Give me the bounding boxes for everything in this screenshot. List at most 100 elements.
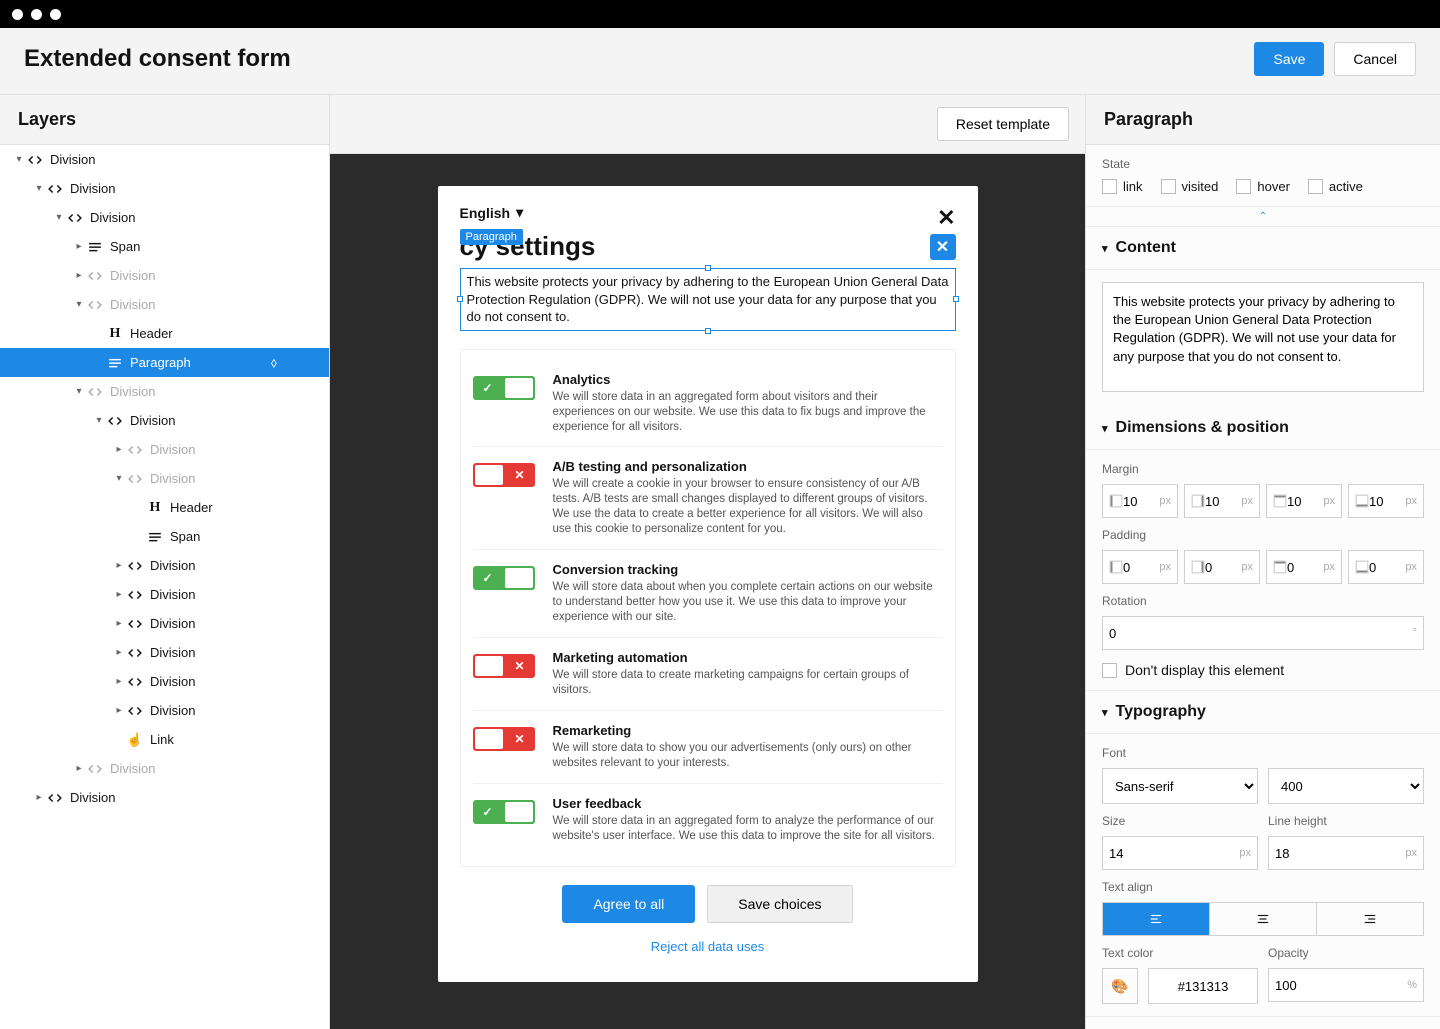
dont-display-checkbox[interactable] [1102, 663, 1117, 678]
checkbox[interactable] [1236, 179, 1251, 194]
reject-all-link[interactable]: Reject all data uses [460, 939, 956, 954]
collapse-states[interactable]: ⌃ [1086, 207, 1440, 227]
resize-handle-left[interactable] [457, 296, 463, 302]
chevron-icon[interactable]: ▸ [72, 763, 86, 774]
preview-canvas[interactable]: English ▾ ✕ Paragraph cy settings ✕ This… [438, 186, 978, 982]
margin-row-input[interactable] [1369, 494, 1405, 509]
layer-row-span[interactable]: ▸Span [0, 232, 329, 261]
layer-row-division[interactable]: ▸Division [0, 667, 329, 696]
chevron-icon[interactable]: ▾ [72, 299, 86, 310]
layer-row-division[interactable]: ▾Division [0, 174, 329, 203]
agree-all-button[interactable]: Agree to all [562, 885, 695, 923]
traffic-light-minimize[interactable] [31, 9, 42, 20]
resize-handle-right[interactable] [953, 296, 959, 302]
traffic-light-zoom[interactable] [50, 9, 61, 20]
layer-row-division[interactable]: ▸Division [0, 435, 329, 464]
layer-row-division[interactable]: ▾Division [0, 145, 329, 174]
layer-row-division[interactable]: ▸Division [0, 609, 329, 638]
padding-row-input[interactable] [1123, 560, 1159, 575]
layers-tree[interactable]: ▾Division▾Division▾Division▸Span▸Divisio… [0, 145, 329, 1029]
align-right-button[interactable] [1317, 903, 1423, 935]
state-hover[interactable]: hover [1236, 179, 1290, 194]
language-dropdown[interactable]: English ▾ [460, 204, 524, 221]
layer-row-link[interactable]: ☝Link [0, 725, 329, 754]
padding-row-input[interactable] [1287, 560, 1323, 575]
checkbox[interactable] [1308, 179, 1323, 194]
resize-handle-bottom[interactable] [705, 328, 711, 334]
layer-row-division[interactable]: ▾Division [0, 406, 329, 435]
rotation-input[interactable] [1109, 626, 1413, 641]
save-choices-button[interactable]: Save choices [707, 885, 852, 923]
chevron-icon[interactable]: ▸ [112, 589, 126, 600]
chevron-icon[interactable]: ▸ [72, 270, 86, 281]
section-dimensions[interactable]: ▾ Dimensions & position [1086, 407, 1440, 450]
layer-row-division[interactable]: ▾Division [0, 464, 329, 493]
chevron-icon[interactable]: ▾ [112, 473, 126, 484]
chevron-icon[interactable]: ▾ [12, 154, 26, 165]
layer-row-division[interactable]: ▾Division [0, 290, 329, 319]
layer-row-span[interactable]: Span [0, 522, 329, 551]
chevron-icon[interactable]: ▸ [112, 676, 126, 687]
toggle-switch[interactable]: ✓ [473, 566, 535, 590]
section-typography[interactable]: ▾ Typography [1086, 691, 1440, 734]
traffic-light-close[interactable] [12, 9, 23, 20]
layer-row-division[interactable]: ▸Division [0, 638, 329, 667]
padding-row-input[interactable] [1205, 560, 1241, 575]
chevron-icon[interactable]: ▸ [112, 705, 126, 716]
layer-row-division[interactable]: ▸Division [0, 580, 329, 609]
cancel-button[interactable]: Cancel [1334, 42, 1416, 76]
margin-row-input[interactable] [1287, 494, 1323, 509]
close-icon[interactable]: ✕ [937, 205, 955, 231]
layer-row-header[interactable]: HHeader [0, 493, 329, 522]
toggle-switch[interactable]: ✕ [473, 463, 535, 487]
margin-row-input[interactable] [1123, 494, 1159, 509]
align-center-button[interactable] [1210, 903, 1317, 935]
content-textarea[interactable]: This website protects your privacy by ad… [1102, 282, 1424, 392]
color-picker-button[interactable]: 🎨 [1102, 968, 1138, 1004]
chevron-icon[interactable]: ▾ [92, 415, 106, 426]
chevron-icon[interactable]: ▸ [72, 241, 86, 252]
toggle-switch[interactable]: ✓ [473, 376, 535, 400]
opacity-input[interactable] [1275, 978, 1407, 993]
chevron-icon[interactable]: ▸ [112, 647, 126, 658]
layer-row-division[interactable]: ▸Division [0, 696, 329, 725]
section-content[interactable]: ▾ Content [1086, 227, 1440, 270]
toggle-switch[interactable]: ✕ [473, 727, 535, 751]
chevron-icon[interactable]: ▸ [32, 792, 46, 803]
reset-template-button[interactable]: Reset template [937, 107, 1069, 141]
text-color-input[interactable] [1148, 968, 1258, 1004]
line-height-input[interactable] [1275, 846, 1405, 861]
padding-row-input[interactable] [1369, 560, 1405, 575]
canvas-heading[interactable]: Paragraph cy settings [460, 231, 596, 262]
save-button[interactable]: Save [1254, 42, 1324, 76]
layer-row-division[interactable]: ▾Division [0, 203, 329, 232]
chevron-icon[interactable]: ▾ [72, 386, 86, 397]
checkbox[interactable] [1102, 179, 1117, 194]
delete-element-button[interactable]: ✕ [930, 234, 956, 260]
toggle-switch[interactable]: ✓ [473, 800, 535, 824]
layer-row-division[interactable]: ▾Division [0, 377, 329, 406]
chevron-icon[interactable]: ▾ [52, 212, 66, 223]
margin-row-input[interactable] [1205, 494, 1241, 509]
layer-row-paragraph[interactable]: Paragraph⬨ [0, 348, 329, 377]
resize-handle-top[interactable] [705, 265, 711, 271]
chevron-icon[interactable]: ▸ [112, 618, 126, 629]
font-size-input[interactable] [1109, 846, 1239, 861]
align-left-button[interactable] [1103, 903, 1210, 935]
selected-paragraph[interactable]: This website protects your privacy by ad… [460, 268, 956, 331]
state-visited[interactable]: visited [1161, 179, 1219, 194]
toggle-switch[interactable]: ✕ [473, 654, 535, 678]
checkbox[interactable] [1161, 179, 1176, 194]
layer-row-division[interactable]: ▸Division [0, 261, 329, 290]
chevron-icon[interactable]: ▾ [32, 183, 46, 194]
font-family-select[interactable]: Sans-serif [1102, 768, 1258, 804]
layer-row-division[interactable]: ▸Division [0, 783, 329, 812]
state-active[interactable]: active [1308, 179, 1363, 194]
chevron-icon[interactable]: ▸ [112, 560, 126, 571]
layer-row-division[interactable]: ▸Division [0, 754, 329, 783]
state-link[interactable]: link [1102, 179, 1143, 194]
layer-row-division[interactable]: ▸Division [0, 551, 329, 580]
layer-row-header[interactable]: HHeader [0, 319, 329, 348]
font-weight-select[interactable]: 400 [1268, 768, 1424, 804]
chevron-icon[interactable]: ▸ [112, 444, 126, 455]
